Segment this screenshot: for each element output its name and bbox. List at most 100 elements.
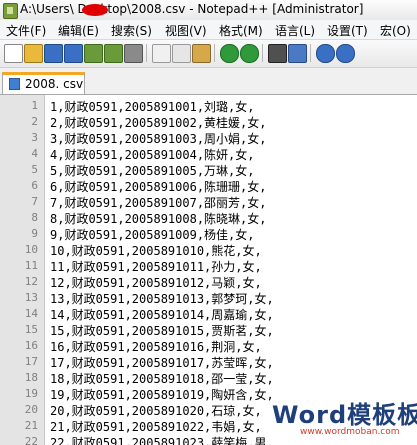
save-all-icon[interactable] bbox=[64, 44, 83, 63]
editor-line[interactable]: 6 6,财政0591,2005891006,陈珊珊,女, bbox=[0, 178, 417, 194]
line-text: 19,财政0591,2005891019,陶妍含,女, bbox=[50, 388, 274, 402]
undo-icon[interactable] bbox=[220, 44, 239, 63]
editor-line[interactable]: 1 1,财政0591,2005891001,刘璐,女, bbox=[0, 98, 417, 114]
zoom-in-icon[interactable] bbox=[316, 44, 335, 63]
watermark-url: www.wordmoban.com bbox=[300, 427, 400, 437]
find-icon[interactable] bbox=[268, 44, 287, 63]
line-number: 13 bbox=[24, 291, 38, 304]
line-number: 4 bbox=[31, 147, 38, 160]
window-title: A:\Users\ Desktop\2008.csv - Notepad++ [… bbox=[20, 2, 364, 16]
menu-file[interactable]: 文件(F) bbox=[6, 22, 46, 39]
line-number: 5 bbox=[31, 163, 38, 176]
editor-line[interactable]: 18 18,财政0591,2005891018,邵一莹,女, bbox=[0, 370, 417, 386]
line-text: 9,财政0591,2005891009,杨佳,女, bbox=[50, 228, 255, 242]
toolbar-separator bbox=[310, 44, 311, 62]
line-number: 17 bbox=[24, 355, 38, 368]
tab-label: 2008. csv bbox=[25, 77, 84, 91]
new-file-icon[interactable] bbox=[4, 44, 23, 63]
line-number: 12 bbox=[24, 275, 38, 288]
menu-view[interactable]: 视图(V) bbox=[165, 22, 207, 39]
line-text: 7,财政0591,2005891007,邵丽芳,女, bbox=[50, 196, 267, 210]
redaction-mark bbox=[82, 4, 108, 16]
cut-icon[interactable] bbox=[152, 44, 171, 63]
editor-line[interactable]: 2 2,财政0591,2005891002,黄桂媛,女, bbox=[0, 114, 417, 130]
watermark-text: Word模板板 bbox=[272, 401, 417, 429]
editor-line[interactable]: 9 9,财政0591,2005891009,杨佳,女, bbox=[0, 226, 417, 242]
save-icon[interactable] bbox=[44, 44, 63, 63]
line-number: 21 bbox=[24, 419, 38, 432]
line-number: 10 bbox=[24, 243, 38, 256]
tab-bar: 2008. csv bbox=[0, 68, 417, 95]
line-text: 6,财政0591,2005891006,陈珊珊,女, bbox=[50, 180, 267, 194]
copy-icon[interactable] bbox=[172, 44, 191, 63]
line-number: 7 bbox=[31, 195, 38, 208]
tab-2008-csv[interactable]: 2008. csv bbox=[2, 72, 85, 94]
line-number: 6 bbox=[31, 179, 38, 192]
menu-settings[interactable]: 设置(T) bbox=[327, 22, 368, 39]
line-text: 13,财政0591,2005891013,郭梦珂,女, bbox=[50, 292, 274, 306]
replace-icon[interactable] bbox=[288, 44, 307, 63]
menu-format[interactable]: 格式(M) bbox=[219, 22, 263, 39]
line-text: 21,财政0591,2005891022,韦娟,女, bbox=[50, 420, 262, 434]
editor-line[interactable]: 5 5,财政0591,2005891005,万琳,女, bbox=[0, 162, 417, 178]
menu-bar: 文件(F) 编辑(E) 搜索(S) 视图(V) 格式(M) 语言(L) 设置(T… bbox=[0, 20, 417, 40]
toolbar bbox=[0, 40, 417, 68]
editor-line[interactable]: 10 10,财政0591,2005891010,熊花,女, bbox=[0, 242, 417, 258]
close-all-icon[interactable] bbox=[104, 44, 123, 63]
line-text: 12,财政0591,2005891012,马颖,女, bbox=[50, 276, 262, 290]
line-number: 15 bbox=[24, 323, 38, 336]
line-text: 5,财政0591,2005891005,万琳,女, bbox=[50, 164, 255, 178]
editor-line[interactable]: 12 12,财政0591,2005891012,马颖,女, bbox=[0, 274, 417, 290]
notepad-plus-plus-icon bbox=[3, 3, 18, 19]
toolbar-separator bbox=[214, 44, 215, 62]
editor-line[interactable]: 13 13,财政0591,2005891013,郭梦珂,女, bbox=[0, 290, 417, 306]
line-text: 11,财政0591,2005891011,孙力,女, bbox=[50, 260, 262, 274]
zoom-out-icon[interactable] bbox=[336, 44, 355, 63]
line-number: 2 bbox=[31, 115, 38, 128]
print-icon[interactable] bbox=[124, 44, 143, 63]
toolbar-separator bbox=[262, 44, 263, 62]
open-file-icon[interactable] bbox=[24, 44, 43, 63]
editor-line[interactable]: 3 3,财政0591,2005891003,周小娟,女, bbox=[0, 130, 417, 146]
menu-language[interactable]: 语言(L) bbox=[275, 22, 315, 39]
menu-edit[interactable]: 编辑(E) bbox=[58, 22, 99, 39]
line-number: 14 bbox=[24, 307, 38, 320]
line-text: 18,财政0591,2005891018,邵一莹,女, bbox=[50, 372, 274, 386]
editor-line[interactable]: 17 17,财政0591,2005891017,苏莹晖,女, bbox=[0, 354, 417, 370]
editor-line[interactable]: 4 4,财政0591,2005891004,陈妍,女, bbox=[0, 146, 417, 162]
file-saved-icon bbox=[9, 78, 20, 90]
editor-line[interactable]: 8 8,财政0591,2005891008,陈晓琳,女, bbox=[0, 210, 417, 226]
line-text: 20,财政0591,2005891020,石琼,女, bbox=[50, 404, 262, 418]
line-number: 19 bbox=[24, 387, 38, 400]
line-number: 18 bbox=[24, 371, 38, 384]
line-text: 1,财政0591,2005891001,刘璐,女, bbox=[50, 100, 255, 114]
line-number: 3 bbox=[31, 131, 38, 144]
title-bar: A:\Users\ Desktop\2008.csv - Notepad++ [… bbox=[0, 0, 417, 21]
toolbar-separator bbox=[146, 44, 147, 62]
watermark: Word模板板 www.wordmoban.com bbox=[260, 393, 417, 445]
editor-line[interactable]: 16 16,财政0591,2005891016,荆洞,女, bbox=[0, 338, 417, 354]
line-text: 14,财政0591,2005891014,周嘉瑜,女, bbox=[50, 308, 274, 322]
line-text: 3,财政0591,2005891003,周小娟,女, bbox=[50, 132, 267, 146]
line-text: 15,财政0591,2005891015,贾斯茗,女, bbox=[50, 324, 274, 338]
editor-line[interactable]: 14 14,财政0591,2005891014,周嘉瑜,女, bbox=[0, 306, 417, 322]
line-text: 2,财政0591,2005891002,黄桂媛,女, bbox=[50, 116, 267, 130]
editor-line[interactable]: 15 15,财政0591,2005891015,贾斯茗,女, bbox=[0, 322, 417, 338]
line-number: 20 bbox=[24, 403, 38, 416]
line-number: 8 bbox=[31, 211, 38, 224]
editor-line[interactable]: 7 7,财政0591,2005891007,邵丽芳,女, bbox=[0, 194, 417, 210]
line-number: 11 bbox=[24, 259, 38, 272]
line-text: 10,财政0591,2005891010,熊花,女, bbox=[50, 244, 262, 258]
line-number: 16 bbox=[24, 339, 38, 352]
redo-icon[interactable] bbox=[240, 44, 259, 63]
line-number: 1 bbox=[31, 99, 38, 112]
close-icon[interactable] bbox=[84, 44, 103, 63]
line-text: 8,财政0591,2005891008,陈晓琳,女, bbox=[50, 212, 267, 226]
menu-search[interactable]: 搜索(S) bbox=[111, 22, 152, 39]
line-text: 22,财政0591,2005891023,薛笑梅,男, bbox=[50, 436, 274, 445]
line-number: 22 bbox=[24, 435, 38, 445]
editor-line[interactable]: 11 11,财政0591,2005891011,孙力,女, bbox=[0, 258, 417, 274]
menu-macro[interactable]: 宏(O) bbox=[380, 22, 411, 39]
paste-icon[interactable] bbox=[192, 44, 211, 63]
line-text: 16,财政0591,2005891016,荆洞,女, bbox=[50, 340, 262, 354]
